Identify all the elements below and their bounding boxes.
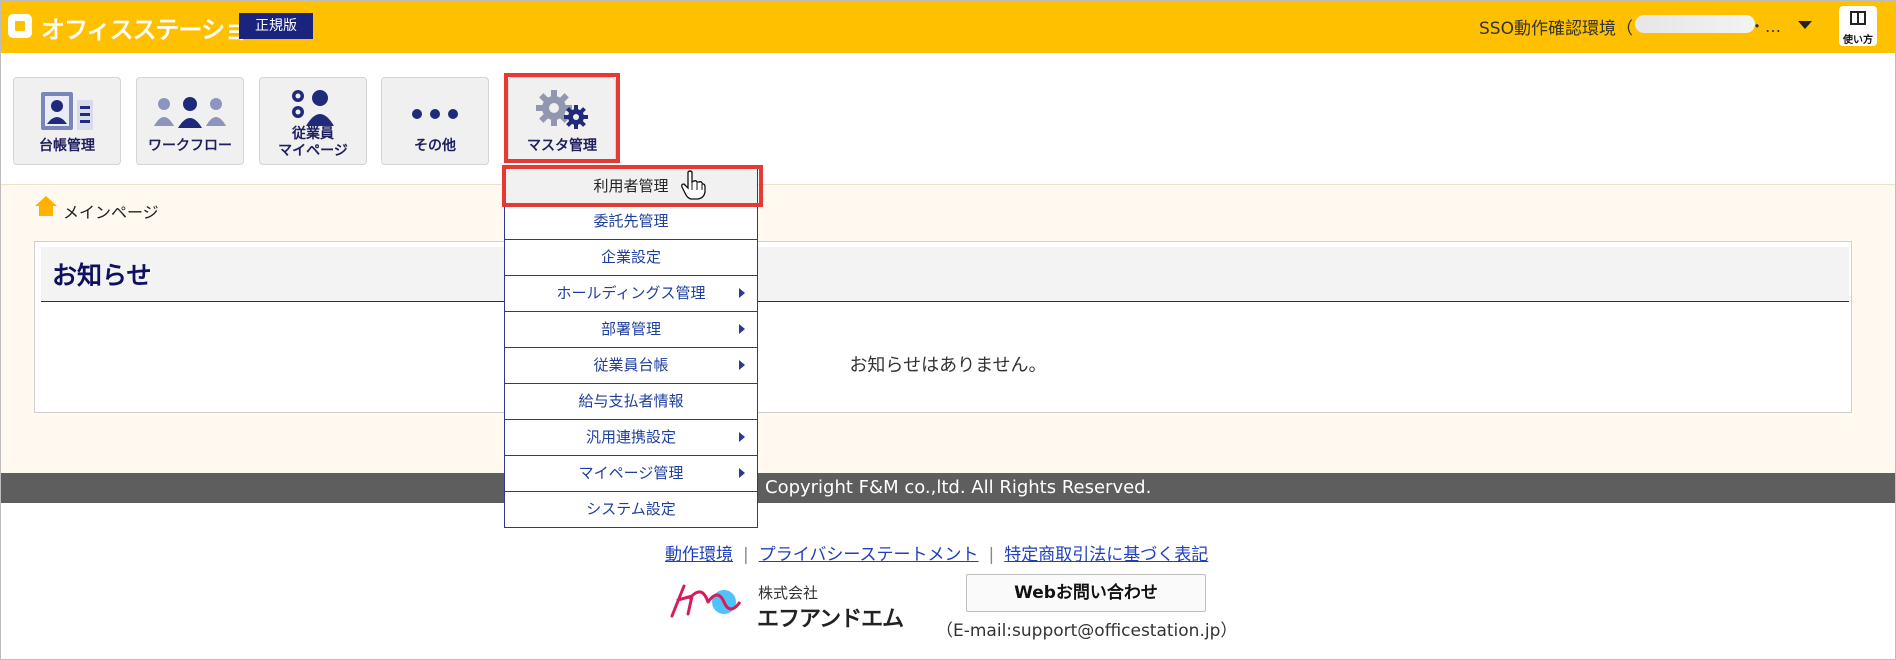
menu-item-company-settings[interactable]: 企業設定 bbox=[504, 240, 758, 276]
nav-tile-label: ワークフロー bbox=[148, 138, 232, 154]
footer-link-privacy[interactable]: プライバシーステートメント bbox=[759, 545, 979, 565]
menu-item-payer-info[interactable]: 給与支払者情報 bbox=[504, 384, 758, 420]
footer-links: 動作環境 | プライバシーステートメント | 特定商取引法に基づく表記 bbox=[665, 540, 1208, 565]
master-dropdown-menu: 利用者管理 委託先管理 企業設定 ホールディングス管理 部署管理 従業員台帳 給… bbox=[504, 168, 758, 528]
web-contact-button[interactable]: Webお問い合わせ bbox=[966, 574, 1206, 612]
footer-link-environment[interactable]: 動作環境 bbox=[665, 545, 733, 565]
nav-tile-workflow[interactable]: ワークフロー bbox=[136, 77, 244, 165]
submenu-arrow-icon bbox=[739, 468, 745, 478]
book-icon bbox=[1850, 11, 1866, 25]
nav-tile-employee-mypage[interactable]: 従業員 マイページ bbox=[259, 77, 367, 165]
submenu-arrow-icon bbox=[739, 360, 745, 370]
nav-tile-label: 台帳管理 bbox=[39, 138, 95, 154]
notice-empty-message: お知らせはありません。 bbox=[849, 355, 1047, 376]
active-menu-item-highlight bbox=[502, 165, 763, 207]
submenu-arrow-icon bbox=[739, 324, 745, 334]
more-dots-icon bbox=[412, 109, 458, 119]
app-name[interactable]: オフィスステーション bbox=[41, 10, 271, 45]
app-logo-icon[interactable] bbox=[8, 14, 32, 38]
menu-item-label: 汎用連携設定 bbox=[585, 428, 676, 446]
menu-item-label: 従業員台帳 bbox=[593, 356, 669, 374]
contact-email: （E-mail:support@officestation.jp） bbox=[936, 621, 1238, 641]
link-separator: | bbox=[743, 545, 749, 565]
edition-badge: 正規版 bbox=[239, 13, 313, 39]
submenu-arrow-icon bbox=[739, 432, 745, 442]
environment-name: SSO動作確認環境（ bbox=[1479, 19, 1633, 39]
nav-tile-other[interactable]: その他 bbox=[381, 77, 489, 165]
menu-item-label: 委託先管理 bbox=[593, 212, 669, 230]
workflow-icon bbox=[154, 97, 226, 128]
menu-item-mypage-management[interactable]: マイページ管理 bbox=[504, 456, 758, 492]
nav-tile-label: その他 bbox=[414, 138, 456, 154]
active-tile-highlight bbox=[504, 73, 620, 163]
nav-tile-ledger[interactable]: 台帳管理 bbox=[13, 77, 121, 165]
redacted-company-name bbox=[1635, 15, 1755, 33]
link-separator: | bbox=[988, 545, 995, 565]
menu-item-label: 企業設定 bbox=[600, 248, 661, 266]
copyright-bar: Copyright F&M co.,ltd. All Rights Reserv… bbox=[1, 473, 1895, 503]
ledger-icon bbox=[41, 92, 93, 130]
nav-tile-label: 従業員 マイページ bbox=[260, 126, 366, 160]
employee-mypage-icon bbox=[292, 90, 334, 126]
environment-suffix: ・… bbox=[1749, 17, 1782, 36]
menu-item-employee-ledger[interactable]: 従業員台帳 bbox=[504, 348, 758, 384]
submenu-arrow-icon bbox=[739, 288, 745, 298]
environment-label[interactable]: SSO動作確認環境（ bbox=[1479, 14, 1633, 39]
help-button[interactable]: 使い方 bbox=[1839, 6, 1877, 46]
menu-item-label: ホールディングス管理 bbox=[556, 284, 706, 302]
menu-item-integration-settings[interactable]: 汎用連携設定 bbox=[504, 420, 758, 456]
company-name: エフアンドエム bbox=[757, 607, 904, 632]
menu-item-department-management[interactable]: 部署管理 bbox=[504, 312, 758, 348]
notice-header bbox=[41, 247, 1849, 302]
company-prefix: 株式会社 bbox=[758, 584, 819, 602]
notice-title: お知らせ bbox=[52, 261, 152, 290]
pointer-hand-icon bbox=[681, 170, 706, 200]
breadcrumb[interactable]: メインページ bbox=[63, 199, 159, 223]
header-bar: オフィスステーション 正規版 SSO動作確認環境（ ・… 使い方 bbox=[1, 1, 1895, 53]
home-icon-body bbox=[39, 206, 53, 216]
menu-item-label: システム設定 bbox=[586, 500, 676, 518]
menu-item-label: 部署管理 bbox=[600, 320, 661, 338]
menu-item-contractor-management[interactable]: 委託先管理 bbox=[504, 204, 758, 240]
menu-item-label: マイページ管理 bbox=[578, 464, 684, 482]
copyright-text: Copyright F&M co.,ltd. All Rights Reserv… bbox=[765, 477, 1152, 498]
home-icon[interactable] bbox=[35, 196, 57, 206]
footer-link-commerce-law[interactable]: 特定商取引法に基づく表記 bbox=[1004, 545, 1208, 565]
help-label: 使い方 bbox=[1843, 35, 1873, 46]
caret-down-icon[interactable] bbox=[1798, 21, 1812, 29]
menu-item-system-settings[interactable]: システム設定 bbox=[504, 492, 758, 528]
nav-tile-label-line: 従業員 bbox=[292, 126, 334, 142]
fm-logo-icon[interactable] bbox=[668, 580, 748, 622]
nav-tile-label-line: マイページ bbox=[278, 143, 348, 159]
menu-item-label: 給与支払者情報 bbox=[578, 392, 684, 410]
menu-item-holdings-management[interactable]: ホールディングス管理 bbox=[504, 276, 758, 312]
